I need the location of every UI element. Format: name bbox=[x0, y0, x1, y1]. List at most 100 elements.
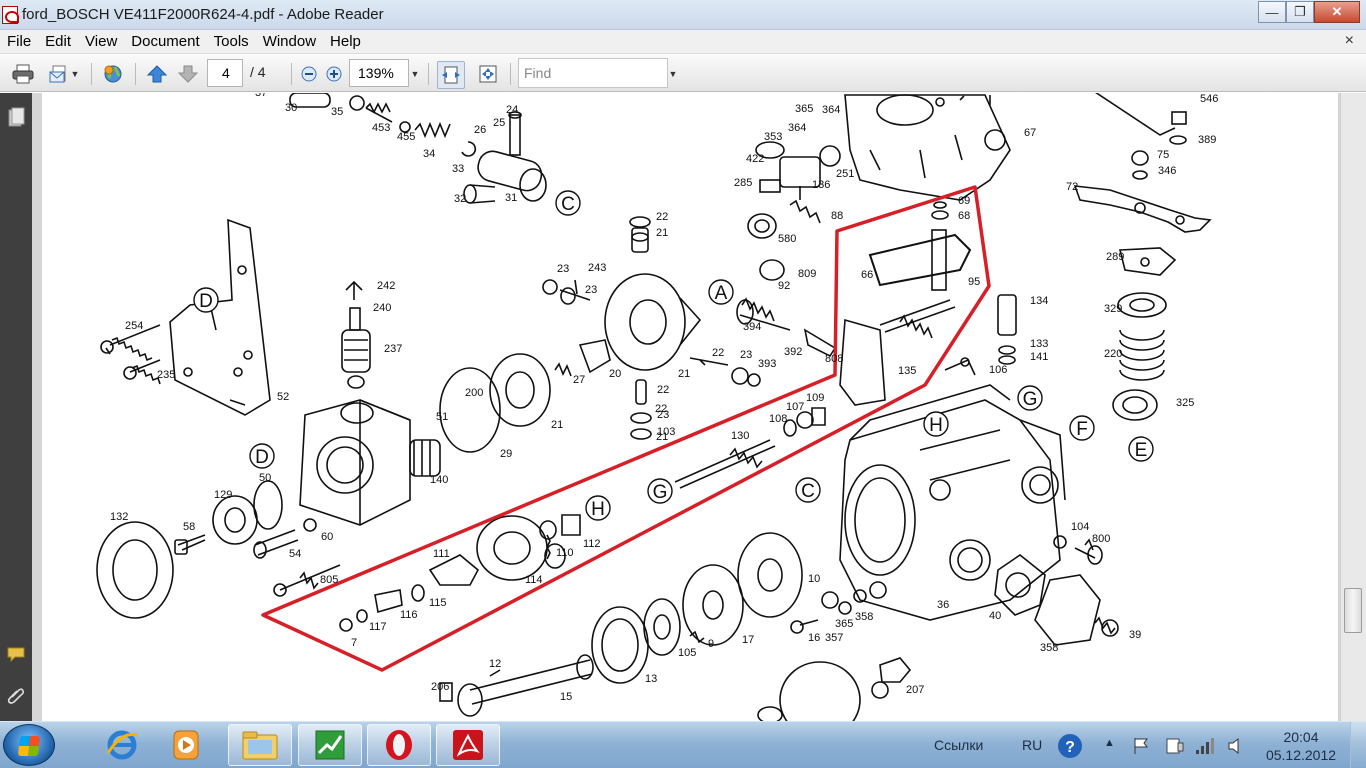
menu-edit[interactable]: Edit bbox=[38, 33, 78, 50]
document-viewport[interactable]: D D A C G H C G H F E 37 30 35 453 455 34 33 26… bbox=[32, 93, 1340, 721]
svg-text:G: G bbox=[1023, 389, 1038, 410]
taskbar: Ссылки RU ? ▲ 20:04 05.12.2012 bbox=[0, 721, 1366, 768]
fit-page-button[interactable] bbox=[476, 62, 500, 86]
part-number-label: 116 bbox=[400, 609, 418, 621]
part-number-label: 7 bbox=[351, 637, 357, 649]
part-number-label: 135 bbox=[898, 365, 916, 377]
menu-tools[interactable]: Tools bbox=[207, 33, 256, 50]
taskbar-ie[interactable] bbox=[90, 724, 154, 766]
zoom-in-button[interactable] bbox=[323, 62, 345, 86]
part-number-label: 422 bbox=[746, 153, 764, 165]
network-tray-icon[interactable] bbox=[1194, 735, 1216, 760]
part-number-label: 251 bbox=[836, 168, 854, 180]
zoom-out-button[interactable] bbox=[298, 62, 320, 86]
part-number-label: 115 bbox=[429, 597, 447, 609]
menu-file[interactable]: File bbox=[0, 33, 38, 50]
taskbar-media-player[interactable] bbox=[154, 724, 218, 766]
zoom-level-field[interactable]: 139% bbox=[349, 59, 409, 87]
comments-panel-icon[interactable] bbox=[6, 645, 26, 665]
fit-width-button[interactable] bbox=[437, 61, 465, 89]
find-input[interactable]: Find bbox=[518, 58, 668, 88]
fit-width-icon bbox=[442, 66, 460, 84]
attachments-panel-icon[interactable] bbox=[6, 685, 26, 705]
part-number-label: 140 bbox=[430, 474, 448, 486]
letter-label: D bbox=[193, 287, 219, 313]
part-number-label: 34 bbox=[423, 148, 435, 160]
part-number-label: 110 bbox=[556, 547, 574, 559]
part-number-label: 20 bbox=[609, 368, 621, 380]
part-number-label: 104 bbox=[1071, 521, 1089, 533]
toolbar-divider bbox=[510, 63, 511, 85]
tray-expand-icon[interactable]: ▲ bbox=[1104, 737, 1115, 749]
part-number-label: 52 bbox=[277, 391, 289, 403]
taskbar-app-green[interactable] bbox=[298, 724, 362, 766]
part-number-label: 242 bbox=[377, 280, 395, 292]
taskbar-opera[interactable] bbox=[367, 724, 431, 766]
links-toolbar[interactable]: Ссылки bbox=[934, 737, 983, 753]
part-number-label: 39 bbox=[1129, 629, 1141, 641]
system-clock[interactable]: 20:04 05.12.2012 bbox=[1262, 728, 1340, 764]
opera-icon bbox=[386, 730, 412, 760]
letter-label: H bbox=[923, 411, 949, 437]
svg-text:F: F bbox=[1076, 419, 1088, 440]
part-number-label: 364 bbox=[822, 104, 840, 116]
next-page-button[interactable] bbox=[177, 62, 199, 86]
email-button[interactable]: ▼ bbox=[46, 62, 82, 86]
part-number-label: 21 bbox=[551, 419, 563, 431]
toolbar-divider bbox=[291, 63, 292, 85]
part-number-label: 60 bbox=[321, 531, 333, 543]
document-close-icon[interactable]: × bbox=[1345, 32, 1354, 50]
part-number-label: 103 bbox=[657, 426, 675, 438]
find-dropdown[interactable]: ▼ bbox=[667, 62, 679, 86]
part-number-label: 95 bbox=[968, 276, 980, 288]
svg-text:H: H bbox=[591, 499, 605, 520]
menu-window[interactable]: Window bbox=[256, 33, 323, 50]
letter-label: G bbox=[647, 478, 673, 504]
part-number-label: 132 bbox=[110, 511, 128, 523]
part-number-label: 26 bbox=[474, 124, 486, 136]
device-tray-icon[interactable] bbox=[1164, 735, 1186, 760]
pdf-app-icon bbox=[2, 6, 19, 24]
previous-page-button[interactable] bbox=[146, 62, 168, 86]
part-number-label: 133 bbox=[1030, 338, 1048, 350]
svg-text:H: H bbox=[929, 415, 943, 436]
part-number-label: 346 bbox=[1158, 165, 1176, 177]
part-number-label: 130 bbox=[731, 430, 749, 442]
svg-text:C: C bbox=[561, 194, 575, 215]
part-number-label: 365 bbox=[795, 103, 813, 115]
help-tray-icon[interactable]: ? bbox=[1055, 731, 1085, 761]
minimize-button[interactable]: — bbox=[1258, 1, 1286, 23]
print-button[interactable] bbox=[10, 62, 36, 86]
taskbar-adobe-reader[interactable] bbox=[436, 724, 500, 766]
menu-view[interactable]: View bbox=[78, 33, 124, 50]
zoom-dropdown[interactable]: ▼ bbox=[409, 62, 421, 86]
show-desktop-button[interactable] bbox=[1350, 722, 1366, 768]
part-number-label: 25 bbox=[493, 117, 505, 129]
page-number-input[interactable]: 4 bbox=[207, 59, 243, 87]
svg-text:A: A bbox=[715, 283, 728, 304]
part-number-label: 16 bbox=[808, 632, 820, 644]
part-number-label: 235 bbox=[157, 369, 175, 381]
volume-tray-icon[interactable] bbox=[1226, 735, 1248, 760]
menu-document[interactable]: Document bbox=[124, 33, 206, 50]
page-count: / 4 bbox=[250, 64, 266, 80]
pdf-page: D D A C G H C G H F E 37 30 35 453 455 34 33 26… bbox=[42, 93, 1338, 721]
menu-help[interactable]: Help bbox=[323, 33, 368, 50]
flag-tray-icon[interactable] bbox=[1132, 736, 1152, 759]
internet-explorer-icon bbox=[106, 730, 138, 760]
maximize-button[interactable]: ❐ bbox=[1286, 1, 1314, 23]
part-number-label: 353 bbox=[764, 131, 782, 143]
part-number-label: 40 bbox=[989, 610, 1001, 622]
pages-panel-icon[interactable] bbox=[6, 107, 26, 127]
language-indicator[interactable]: RU bbox=[1022, 737, 1042, 753]
part-number-label: 22 bbox=[656, 211, 668, 223]
taskbar-explorer[interactable] bbox=[228, 724, 292, 766]
share-button[interactable] bbox=[100, 62, 126, 86]
vertical-scrollbar[interactable] bbox=[1340, 93, 1366, 721]
scrollbar-thumb[interactable] bbox=[1344, 588, 1362, 633]
exploded-parts-diagram: D D A C G H C G H F E 37 30 35 453 455 34 33 26… bbox=[96, 93, 1218, 721]
start-button[interactable] bbox=[3, 724, 55, 766]
close-button[interactable]: ✕ bbox=[1314, 1, 1360, 23]
part-number-label: 136 bbox=[812, 179, 830, 191]
part-number-label: 17 bbox=[742, 634, 754, 646]
